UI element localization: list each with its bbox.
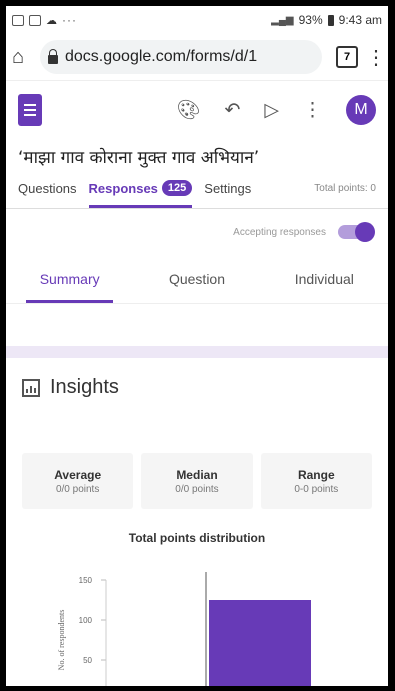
y-tick-label: 150 (79, 576, 93, 585)
total-points-label: Total points: 0 (314, 182, 376, 194)
whatsapp-icon (12, 14, 24, 26)
tab-question[interactable]: Question (133, 255, 260, 303)
tab-settings[interactable]: Settings (204, 181, 251, 196)
battery-percent: 93% (298, 13, 323, 27)
responses-count-badge: 125 (161, 180, 193, 196)
stat-median: Median 0/0 points (141, 453, 253, 509)
insights-chart-icon (22, 378, 40, 397)
stat-median-value: 0/0 points (175, 483, 219, 495)
cloud-icon: ☁ (46, 14, 57, 27)
home-icon[interactable]: ⌂ (12, 46, 34, 69)
insights-card: Insights Average 0/0 points Median 0/0 p… (6, 358, 388, 686)
tab-individual[interactable]: Individual (261, 255, 388, 303)
url-text: docs.google.com/forms/d/1 (65, 48, 258, 65)
address-bar[interactable]: docs.google.com/forms/d/1 (40, 40, 322, 74)
browser-menu-icon[interactable]: ⋮ (366, 45, 386, 70)
clock: 9:43 am (338, 13, 382, 27)
more-options-icon[interactable]: ⋮ (303, 99, 322, 122)
palette-icon[interactable]: 🎨︎ (176, 98, 200, 122)
tabs-button[interactable]: 7 (336, 46, 358, 68)
stat-average-value: 0/0 points (55, 483, 100, 495)
tab-questions[interactable]: Questions (18, 181, 77, 196)
browser-toolbar: ⌂ docs.google.com/forms/d/1 7 ⋮ (6, 34, 388, 81)
y-tick-label: 100 (79, 616, 93, 625)
tab-responses[interactable]: Responses 125 (88, 168, 193, 208)
stat-average-label: Average (54, 467, 102, 482)
accepting-responses-label: Accepting responses (233, 226, 326, 238)
distribution-title: Total points distribution (128, 531, 266, 545)
response-view-tabs: Summary Question Individual (6, 255, 388, 304)
stat-average: Average 0/0 points (22, 453, 134, 509)
accepting-responses-toggle[interactable] (338, 222, 375, 242)
tab-summary[interactable]: Summary (6, 255, 133, 303)
y-tick-label: 50 (83, 656, 92, 665)
accepting-responses-row: Accepting responses (6, 209, 388, 255)
summary-panel: Insights Average 0/0 points Median 0/0 p… (6, 346, 388, 686)
form-title: ‘माझा गाव कोराना मुक्त गाव अभियान’ (18, 148, 260, 168)
insights-stats: Average 0/0 points Median 0/0 points Ran… (6, 453, 388, 509)
y-axis-label: No. of respondents (57, 610, 66, 671)
stat-range-value: 0-0 points (294, 483, 339, 495)
battery-icon (327, 14, 334, 26)
forms-header: 🎨︎ ↶ ▷ ⋮ M (6, 81, 388, 139)
phone-screen: ☁ ··· ▂▄▆ 93% 9:43 am ⌂ docs.google.com/… (6, 6, 388, 686)
send-icon[interactable]: ▷ (264, 99, 279, 122)
gallery-icon (29, 14, 41, 26)
stat-range-label: Range (297, 467, 335, 482)
stat-median-label: Median (176, 467, 218, 482)
signal-icon: ▂▄▆ (271, 14, 294, 26)
tab-responses-label: Responses (88, 180, 158, 196)
avatar[interactable]: M (346, 95, 376, 125)
lock-icon (48, 48, 58, 64)
insights-header: Insights (6, 358, 388, 417)
undo-icon[interactable]: ↶ (224, 99, 240, 122)
form-tabs: Questions Responses 125 Settings Total p… (6, 168, 388, 209)
chart-bar (209, 600, 311, 686)
status-bar: ☁ ··· ▂▄▆ 93% 9:43 am (6, 6, 388, 34)
stat-range: Range 0-0 points (260, 453, 372, 509)
points-distribution-chart: No. of respondents150100500 (57, 572, 311, 686)
more-notifications-icon: ··· (62, 13, 77, 27)
insights-title: Insights (50, 376, 119, 398)
forms-logo-icon[interactable] (18, 94, 42, 126)
